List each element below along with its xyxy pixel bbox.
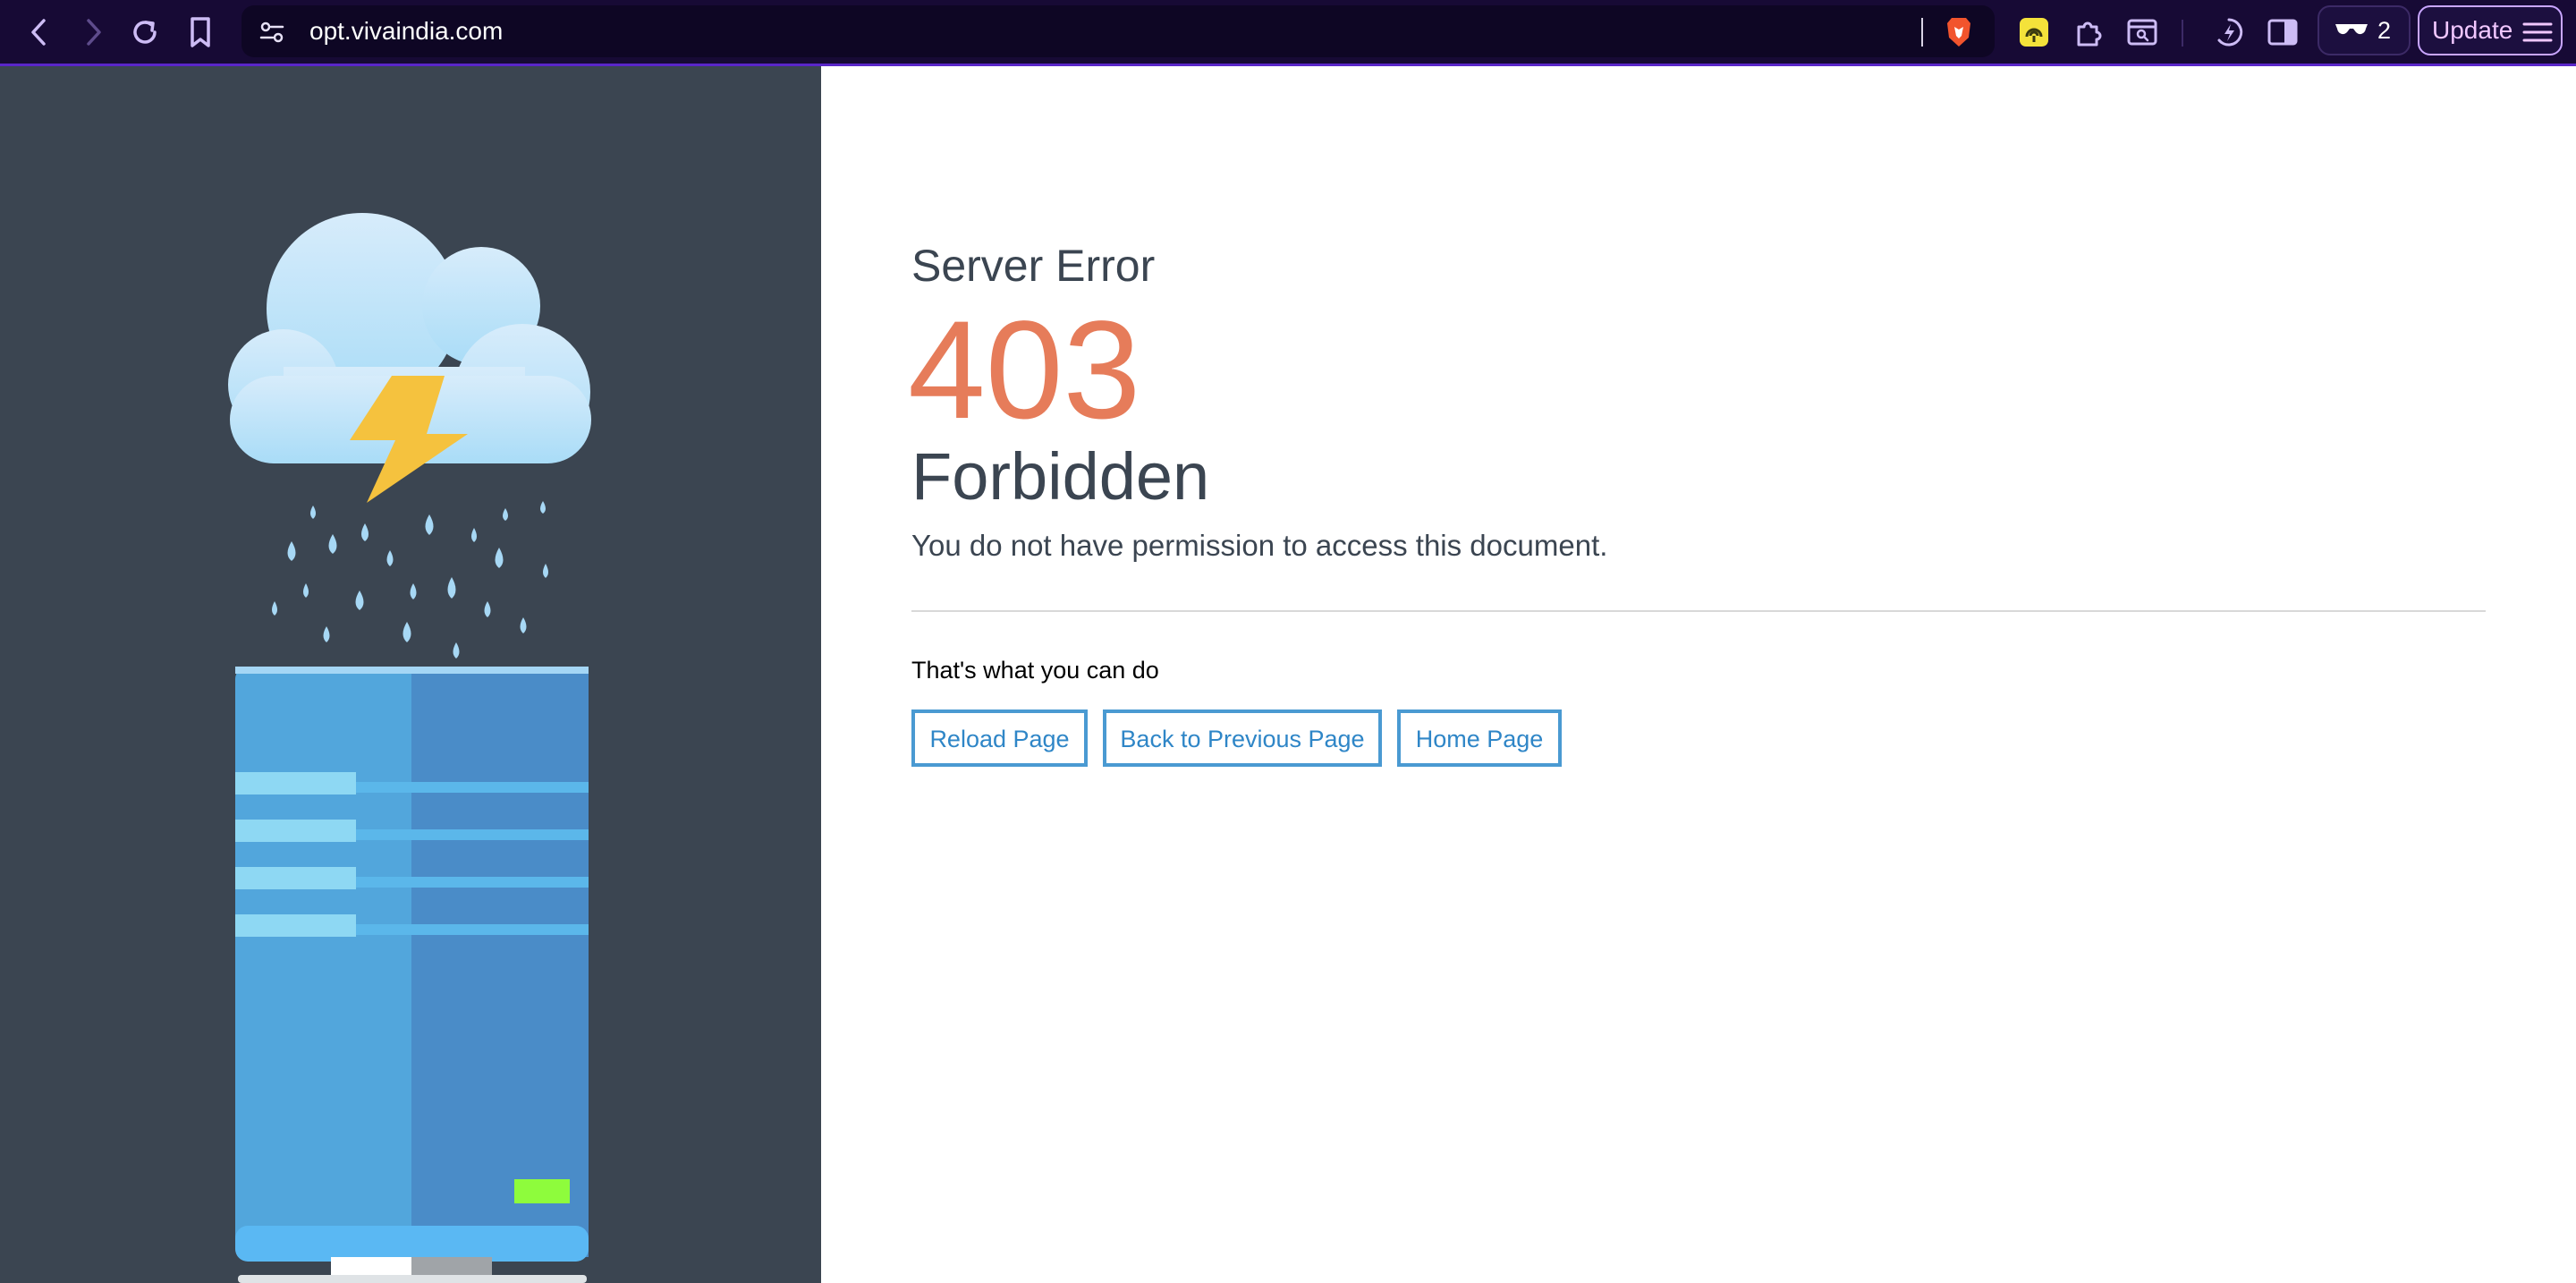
leo-ai-icon[interactable] <box>2209 13 2249 52</box>
error-title: Forbidden <box>911 439 1210 514</box>
tab-count: 2 <box>2377 17 2391 44</box>
site-settings-icon[interactable] <box>254 14 290 50</box>
bookmark-icon[interactable] <box>181 13 220 52</box>
address-bar-divider <box>1921 18 1923 47</box>
private-glasses-icon <box>2332 11 2371 50</box>
private-tabs-pill[interactable]: 2 <box>2318 5 2411 55</box>
extensions-icon[interactable] <box>2069 13 2108 52</box>
server-icon <box>235 667 589 1283</box>
sidebar-icon[interactable] <box>2263 13 2302 52</box>
address-bar[interactable]: opt.vivaindia.com <box>242 5 1995 57</box>
brave-shields-icon[interactable] <box>1939 13 1979 52</box>
reload-icon[interactable] <box>125 13 165 52</box>
error-subtitle: Server Error <box>911 241 1156 291</box>
url-text[interactable]: opt.vivaindia.com <box>309 5 503 57</box>
reload-page-button[interactable]: Reload Page <box>911 709 1088 767</box>
browser-toolbar: opt.vivaindia.com 2 Update <box>0 0 2576 66</box>
error-message: You do not have permission to access thi… <box>911 529 1608 562</box>
illustration-panel <box>0 66 821 1283</box>
update-label: Update <box>2432 16 2513 44</box>
back-to-previous-page-button[interactable]: Back to Previous Page <box>1103 709 1382 767</box>
error-code: 403 <box>908 293 1141 448</box>
toolbar-divider <box>2182 20 2183 47</box>
extension-audio-icon[interactable] <box>2014 13 2054 52</box>
server-illustration <box>228 213 591 1283</box>
search-tab-icon[interactable] <box>2123 13 2162 52</box>
home-page-button[interactable]: Home Page <box>1397 709 1562 767</box>
divider <box>911 610 2486 612</box>
back-icon[interactable] <box>20 13 59 52</box>
actions-heading: That's what you can do <box>911 657 1159 684</box>
rain-icon <box>272 501 548 658</box>
update-button[interactable]: Update <box>2418 5 2563 55</box>
forward-icon[interactable] <box>73 13 113 52</box>
menu-icon <box>2520 14 2555 50</box>
